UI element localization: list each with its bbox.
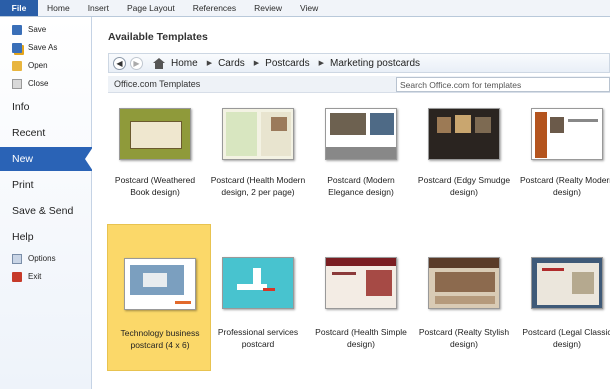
- selection-arrow: [85, 147, 93, 171]
- tab-review[interactable]: Review: [245, 0, 291, 16]
- template-card[interactable]: Postcard (Health Simple design): [309, 224, 413, 364]
- back-arrow-icon[interactable]: ◀: [113, 56, 126, 70]
- nav-recent[interactable]: Recent: [0, 121, 92, 145]
- exit-icon: [12, 271, 22, 282]
- nav-print[interactable]: Print: [0, 173, 92, 197]
- nav-save-and-send[interactable]: Save & Send: [0, 199, 92, 223]
- template-card-selected[interactable]: Technology business postcard (4 x 6): [107, 224, 211, 371]
- nav-new-label: New: [12, 153, 34, 165]
- template-card[interactable]: Postcard (Realty Modern design): [515, 95, 610, 235]
- nav-options[interactable]: Options: [0, 250, 92, 267]
- tab-file[interactable]: File: [0, 0, 38, 16]
- template-caption: Postcard (Legal Classic design): [522, 327, 610, 349]
- template-caption: Postcard (Modern Elegance design): [327, 175, 395, 197]
- close-icon: [12, 78, 22, 89]
- template-card[interactable]: Postcard (Modern Elegance design): [309, 95, 413, 235]
- template-source-label: Office.com Templates: [114, 79, 201, 89]
- nav-new[interactable]: New: [0, 147, 93, 171]
- template-caption: Postcard (Realty Stylish design): [418, 327, 510, 349]
- tab-page-layout[interactable]: Page Layout: [118, 0, 184, 16]
- template-thumbnail: [428, 257, 500, 309]
- template-caption: Postcard (Health Modern design, 2 per pa…: [210, 175, 306, 197]
- backstage-nav: Save Save As Open Close Info Recent New …: [0, 17, 93, 389]
- nav-exit-label: Exit: [28, 272, 42, 281]
- template-caption: Postcard (Health Simple design): [315, 327, 407, 349]
- nav-info[interactable]: Info: [0, 95, 92, 119]
- template-thumbnail: [531, 257, 603, 309]
- template-caption: Professional services postcard: [217, 327, 299, 349]
- template-source-bar: Office.com Templates: [108, 76, 610, 93]
- search-templates-input[interactable]: [396, 77, 610, 92]
- template-thumbnail: [428, 108, 500, 160]
- nav-open[interactable]: Open: [0, 57, 92, 74]
- tab-view[interactable]: View: [291, 0, 327, 16]
- template-card[interactable]: Postcard (Edgy Smudge design): [412, 95, 516, 235]
- template-thumbnail: [222, 108, 294, 160]
- template-card[interactable]: Postcard (Realty Stylish design): [412, 224, 516, 364]
- template-thumbnail: [325, 257, 397, 309]
- template-thumbnail: [531, 108, 603, 160]
- template-card[interactable]: Postcard (Weathered Book design): [103, 95, 207, 235]
- template-thumbnail: [325, 108, 397, 160]
- nav-close[interactable]: Close: [0, 75, 92, 92]
- template-caption: Postcard (Realty Modern design): [519, 175, 610, 197]
- page-title: Available Templates: [108, 31, 208, 43]
- template-thumbnail: [124, 258, 196, 310]
- nav-save[interactable]: Save: [0, 21, 92, 38]
- templates-pane: Available Templates ◀ ▶ Home ▶ Cards ▶ P…: [93, 17, 610, 389]
- nav-exit[interactable]: Exit: [0, 268, 92, 285]
- options-icon: [12, 253, 22, 264]
- breadcrumb: ◀ ▶ Home ▶ Cards ▶ Postcards ▶ Marketing…: [108, 53, 610, 73]
- template-caption: Technology business postcard (4 x 6): [120, 328, 200, 350]
- nav-save-as-label: Save As: [28, 43, 58, 52]
- template-card[interactable]: Professional services postcard: [206, 224, 310, 364]
- nav-help[interactable]: Help: [0, 225, 92, 249]
- template-caption: Postcard (Weathered Book design): [114, 175, 196, 197]
- tab-home[interactable]: Home: [38, 0, 79, 16]
- template-card[interactable]: Postcard (Legal Classic design): [515, 224, 610, 364]
- nav-save-label: Save: [28, 25, 47, 34]
- save-as-icon: [12, 42, 22, 53]
- nav-close-label: Close: [28, 79, 49, 88]
- ribbon-tab-bar: File Home Insert Page Layout References …: [0, 0, 610, 17]
- forward-arrow-icon[interactable]: ▶: [130, 56, 143, 70]
- breadcrumb-separator-icon: ▶: [318, 60, 325, 67]
- template-caption: Postcard (Edgy Smudge design): [417, 175, 511, 197]
- save-icon: [12, 24, 22, 35]
- home-icon[interactable]: [153, 57, 165, 69]
- breadcrumb-postcards[interactable]: Postcards: [265, 58, 309, 69]
- breadcrumb-marketing-postcards[interactable]: Marketing postcards: [330, 58, 420, 69]
- nav-options-label: Options: [28, 254, 56, 263]
- template-thumbnail: [222, 257, 294, 309]
- breadcrumb-separator-icon: ▶: [253, 60, 260, 67]
- breadcrumb-home[interactable]: Home: [171, 58, 198, 69]
- nav-save-as[interactable]: Save As: [0, 39, 92, 56]
- tab-references[interactable]: References: [184, 0, 245, 16]
- template-card[interactable]: Postcard (Health Modern design, 2 per pa…: [206, 95, 310, 235]
- template-thumbnail: [119, 108, 191, 160]
- open-icon: [12, 60, 22, 71]
- tab-insert[interactable]: Insert: [79, 0, 118, 16]
- breadcrumb-separator-icon: ▶: [206, 60, 213, 67]
- nav-open-label: Open: [28, 61, 48, 70]
- breadcrumb-cards[interactable]: Cards: [218, 58, 245, 69]
